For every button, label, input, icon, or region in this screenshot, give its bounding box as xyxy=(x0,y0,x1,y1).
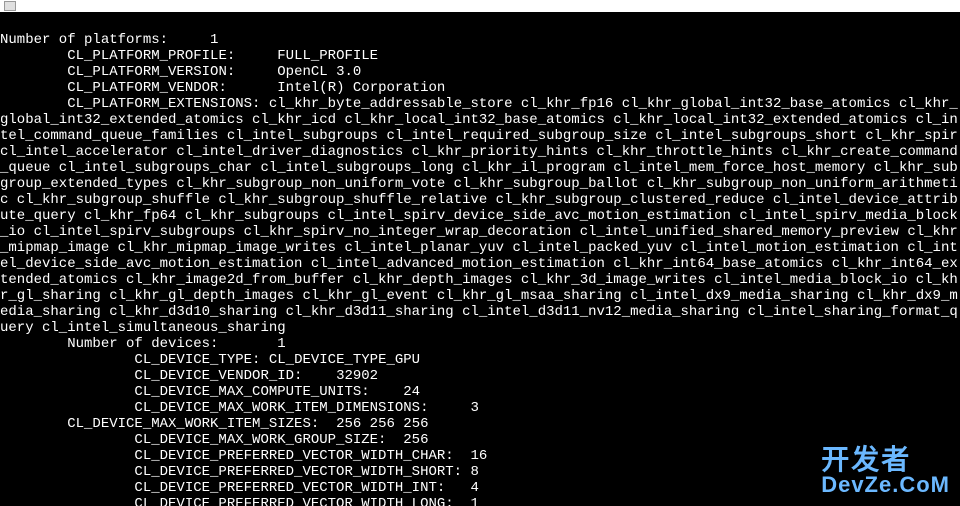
device-pvw-long-value: 1 xyxy=(471,496,479,506)
platform-extensions-line: CL_PLATFORM_EXTENSIONS: cl_khr_byte_addr… xyxy=(0,96,960,336)
platform-version-label: CL_PLATFORM_VERSION: xyxy=(67,64,235,80)
device-type-label: CL_DEVICE_TYPE: xyxy=(134,352,260,368)
platform-profile-label: CL_PLATFORM_PROFILE: xyxy=(67,48,235,64)
num-platforms-line: Number of platforms: 1 xyxy=(0,32,218,48)
device-max-cu-label: CL_DEVICE_MAX_COMPUTE_UNITS: xyxy=(134,384,369,400)
window-icon xyxy=(4,1,16,11)
num-devices-value: 1 xyxy=(277,336,285,352)
device-pvw-char-line: CL_DEVICE_PREFERRED_VECTOR_WIDTH_CHAR: 1… xyxy=(0,448,487,464)
device-max-cu-line: CL_DEVICE_MAX_COMPUTE_UNITS: 24 xyxy=(0,384,420,400)
device-max-wid-label: CL_DEVICE_MAX_WORK_ITEM_DIMENSIONS: xyxy=(134,400,428,416)
platform-extensions-label: CL_PLATFORM_EXTENSIONS: xyxy=(67,96,260,112)
device-vendor-id-line: CL_DEVICE_VENDOR_ID: 32902 xyxy=(0,368,378,384)
device-pvw-short-line: CL_DEVICE_PREFERRED_VECTOR_WIDTH_SHORT: … xyxy=(0,464,479,480)
device-vendor-id-label: CL_DEVICE_VENDOR_ID: xyxy=(134,368,302,384)
device-pvw-int-line: CL_DEVICE_PREFERRED_VECTOR_WIDTH_INT: 4 xyxy=(0,480,479,496)
device-type-line: CL_DEVICE_TYPE: CL_DEVICE_TYPE_GPU xyxy=(0,352,420,368)
device-max-wis-label: CL_DEVICE_MAX_WORK_ITEM_SIZES: xyxy=(67,416,319,432)
device-pvw-char-label: CL_DEVICE_PREFERRED_VECTOR_WIDTH_CHAR: xyxy=(134,448,453,464)
num-devices-line: Number of devices: 1 xyxy=(0,336,286,352)
device-pvw-int-value: 4 xyxy=(471,480,479,496)
device-pvw-long-label: CL_DEVICE_PREFERRED_VECTOR_WIDTH_LONG: xyxy=(134,496,453,506)
device-max-wgs-label: CL_DEVICE_MAX_WORK_GROUP_SIZE: xyxy=(134,432,386,448)
platform-version-value: OpenCL 3.0 xyxy=(277,64,361,80)
platform-profile-value: FULL_PROFILE xyxy=(277,48,378,64)
device-pvw-short-value: 8 xyxy=(470,464,478,480)
device-max-wid-value: 3 xyxy=(471,400,479,416)
platform-vendor-value: Intel(R) Corporation xyxy=(277,80,445,96)
device-pvw-short-label: CL_DEVICE_PREFERRED_VECTOR_WIDTH_SHORT: xyxy=(134,464,462,480)
device-max-cu-value: 24 xyxy=(403,384,420,400)
device-vendor-id-value: 32902 xyxy=(336,368,378,384)
platform-vendor-line: CL_PLATFORM_VENDOR: Intel(R) Corporation xyxy=(0,80,445,96)
console-output: Number of platforms: 1 CL_PLATFORM_PROFI… xyxy=(0,12,960,506)
device-pvw-int-label: CL_DEVICE_PREFERRED_VECTOR_WIDTH_INT: xyxy=(134,480,445,496)
device-pvw-long-line: CL_DEVICE_PREFERRED_VECTOR_WIDTH_LONG: 1 xyxy=(0,496,479,506)
platform-version-line: CL_PLATFORM_VERSION: OpenCL 3.0 xyxy=(0,64,361,80)
platform-profile-line: CL_PLATFORM_PROFILE: FULL_PROFILE xyxy=(0,48,378,64)
device-type-value: CL_DEVICE_TYPE_GPU xyxy=(269,352,420,368)
num-platforms-label: Number of platforms: xyxy=(0,32,168,48)
device-max-wid-line: CL_DEVICE_MAX_WORK_ITEM_DIMENSIONS: 3 xyxy=(0,400,479,416)
device-max-wgs-value: 256 xyxy=(403,432,428,448)
device-max-wis-line: CL_DEVICE_MAX_WORK_ITEM_SIZES: 256 256 2… xyxy=(0,416,429,432)
platform-extensions-value: cl_khr_byte_addressable_store cl_khr_fp1… xyxy=(0,96,960,336)
title-bar xyxy=(0,0,960,12)
device-max-wgs-line: CL_DEVICE_MAX_WORK_GROUP_SIZE: 256 xyxy=(0,432,429,448)
device-pvw-char-value: 16 xyxy=(471,448,488,464)
num-platforms-value: 1 xyxy=(210,32,218,48)
platform-vendor-label: CL_PLATFORM_VENDOR: xyxy=(67,80,227,96)
device-max-wis-value: 256 256 256 xyxy=(336,416,428,432)
num-devices-label: Number of devices: xyxy=(67,336,218,352)
